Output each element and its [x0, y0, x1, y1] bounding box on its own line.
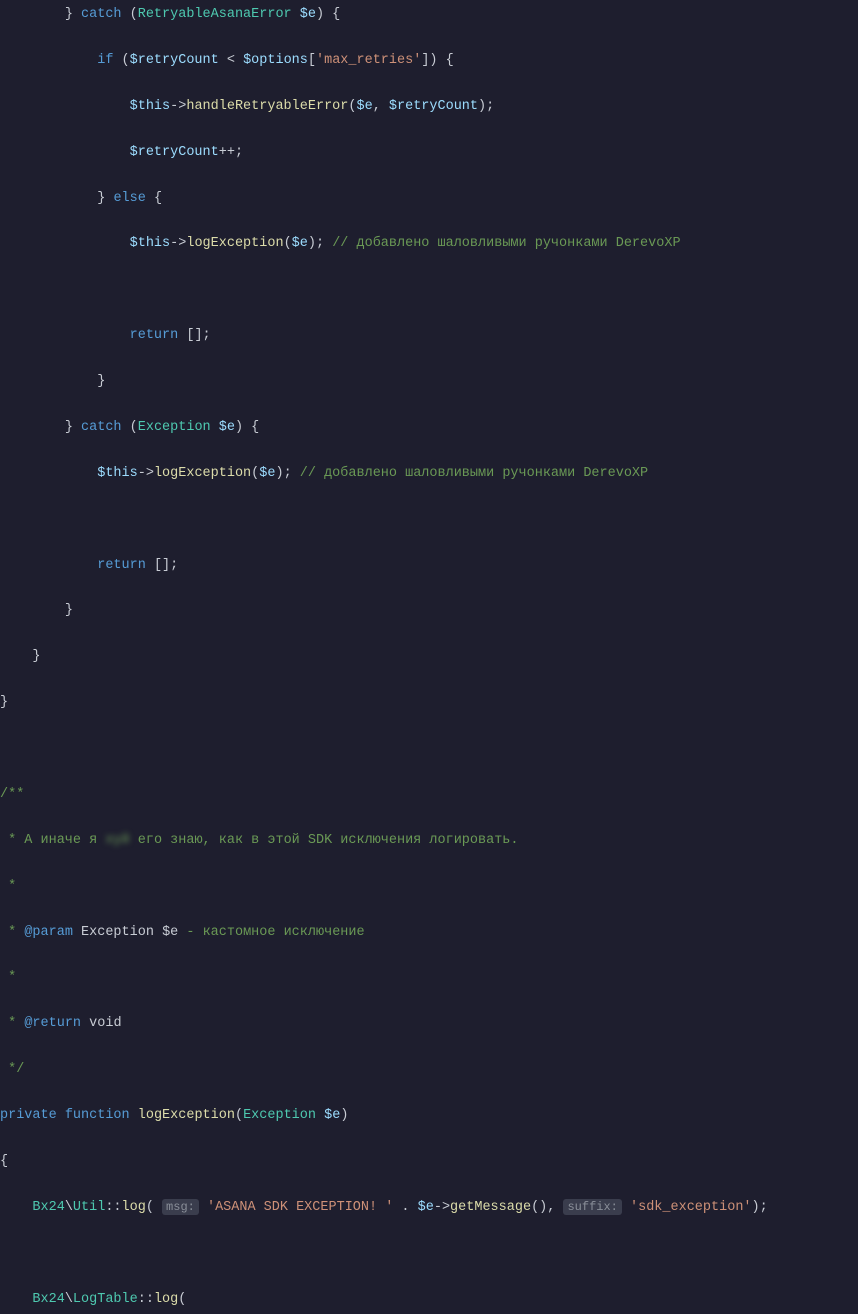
docblock-line: *	[0, 876, 858, 899]
code-line: }	[0, 600, 858, 623]
code-line	[0, 738, 858, 761]
code-line: $this->logException($e); // добавлено ша…	[0, 233, 858, 256]
censored-word: хуй	[105, 833, 129, 848]
code-line: }	[0, 646, 858, 669]
code-block: } catch (RetryableAsanaError $e) { if ($…	[0, 4, 858, 1314]
code-line: return [];	[0, 555, 858, 578]
code-line: {	[0, 1151, 858, 1174]
parameter-hint: suffix:	[563, 1199, 621, 1215]
docblock-close: */	[0, 1059, 858, 1082]
code-line: }	[0, 692, 858, 715]
code-line: } catch (RetryableAsanaError $e) {	[0, 4, 858, 27]
function-signature: private function logException(Exception …	[0, 1105, 858, 1128]
code-line	[0, 279, 858, 302]
code-line: $retryCount++;	[0, 142, 858, 165]
docblock-line: * А иначе я хуй его знаю, как в этой SDK…	[0, 830, 858, 853]
docblock-open: /**	[0, 784, 858, 807]
docblock-return: * @return void	[0, 1013, 858, 1036]
code-line: } else {	[0, 188, 858, 211]
code-line: }	[0, 371, 858, 394]
code-line: return [];	[0, 325, 858, 348]
code-line: $this->handleRetryableError($e, $retryCo…	[0, 96, 858, 119]
code-line: } catch (Exception $e) {	[0, 417, 858, 440]
parameter-hint: msg:	[162, 1199, 199, 1215]
code-line	[0, 1243, 858, 1266]
docblock-param: * @param Exception $e - кастомное исключ…	[0, 922, 858, 945]
code-line: $this->logException($e); // добавлено ша…	[0, 463, 858, 486]
code-line: if ($retryCount < $options['max_retries'…	[0, 50, 858, 73]
code-editor-view[interactable]: } catch (RetryableAsanaError $e) { if ($…	[0, 0, 858, 1314]
code-line: Bx24\LogTable::log(	[0, 1289, 858, 1312]
code-line: Bx24\Util::log( msg: 'ASANA SDK EXCEPTIO…	[0, 1197, 858, 1220]
code-line	[0, 509, 858, 532]
docblock-line: *	[0, 967, 858, 990]
